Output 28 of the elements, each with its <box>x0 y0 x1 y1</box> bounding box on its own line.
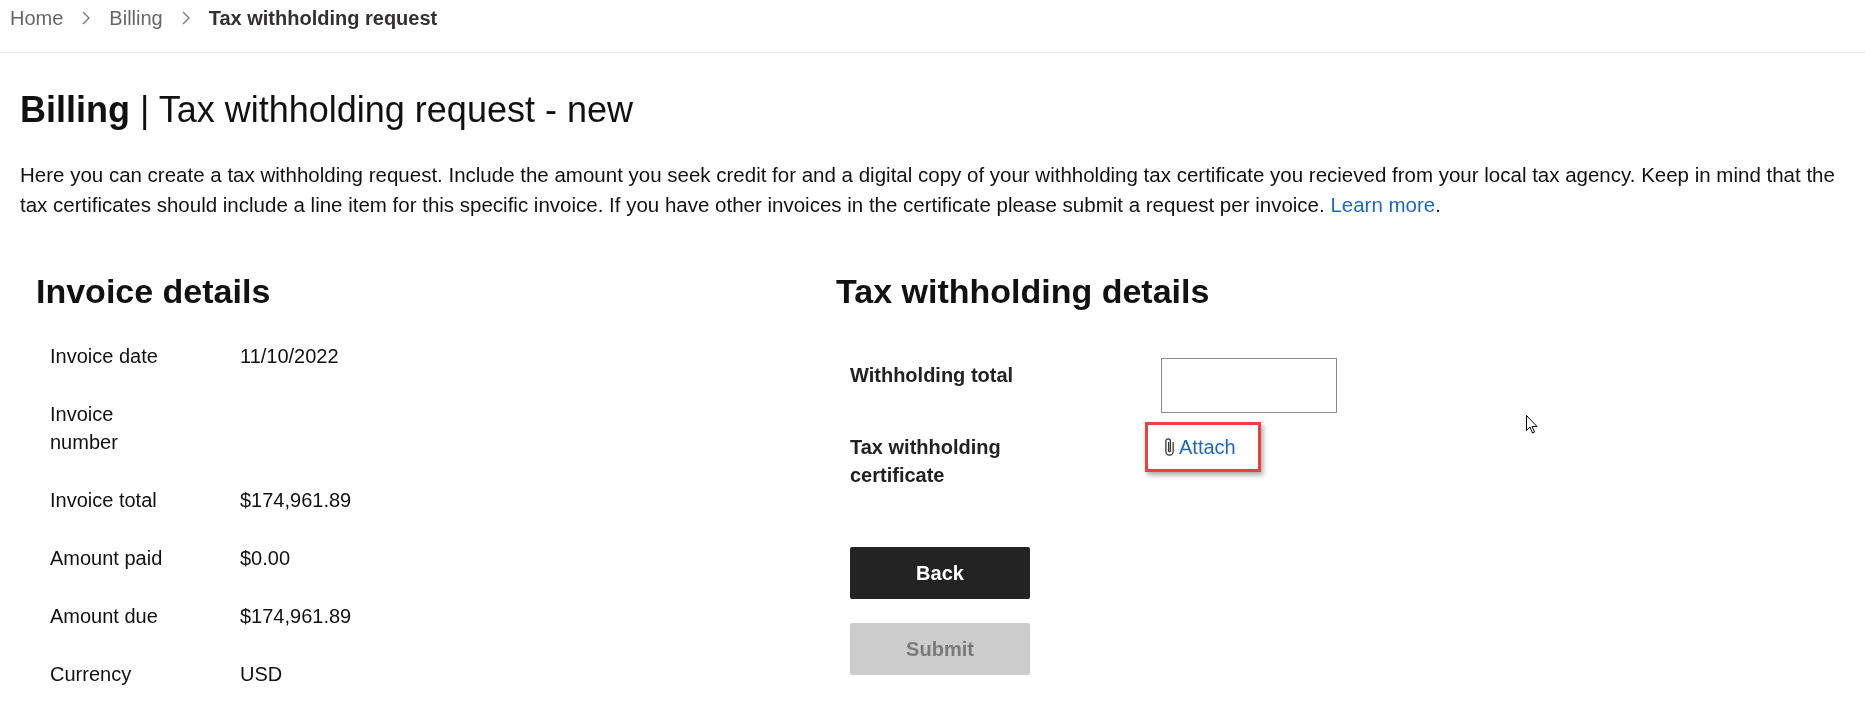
chevron-right-icon <box>181 11 190 25</box>
field-value: $174,961.89 <box>240 604 352 629</box>
back-button[interactable]: Back <box>850 547 1030 599</box>
mouse-pointer-icon <box>1526 415 1538 434</box>
field-value: $0.00 <box>240 546 291 571</box>
breadcrumb-current: Tax withholding request <box>208 6 438 31</box>
field-label: Invoice number <box>50 402 119 455</box>
learn-more-link[interactable]: Learn more <box>1330 193 1436 216</box>
field-label: Invoice date <box>50 344 158 369</box>
breadcrumb-link[interactable]: Billing <box>109 5 163 31</box>
field-value: 11/10/2022 <box>240 344 339 369</box>
field-label: Invoice total <box>50 488 157 513</box>
field-label: Withholding total <box>850 363 1014 388</box>
section-heading: Tax withholding details <box>836 273 1210 309</box>
paperclip-icon <box>1164 437 1175 457</box>
section-heading: Invoice details <box>36 273 271 309</box>
attach-link[interactable]: Attach <box>1164 433 1236 461</box>
description-text: Here you can create a tax withholding request. Include the amount you seek credit for and a digital copy of your withholding tax certificate you recieved from your local tax agency. Keep in mind that the tax certificates should include a line item for this specific invoice. If you have other invoices in the certificate please submit a request per invoice. Learn more. <box>20 162 1836 218</box>
field-label: Amount due <box>50 604 158 629</box>
withholding-total-input[interactable] <box>1161 358 1337 413</box>
breadcrumb-link[interactable]: Home <box>10 5 64 31</box>
field-value: USD <box>240 662 283 687</box>
field-label: Tax withholding certificate <box>850 435 1002 488</box>
page-title: Billing | Tax withholding request - new <box>20 88 633 132</box>
field-value: $174,961.89 <box>240 488 352 513</box>
chevron-right-icon <box>82 11 91 25</box>
field-label: Currency <box>50 662 132 687</box>
field-label: Amount paid <box>50 546 163 571</box>
